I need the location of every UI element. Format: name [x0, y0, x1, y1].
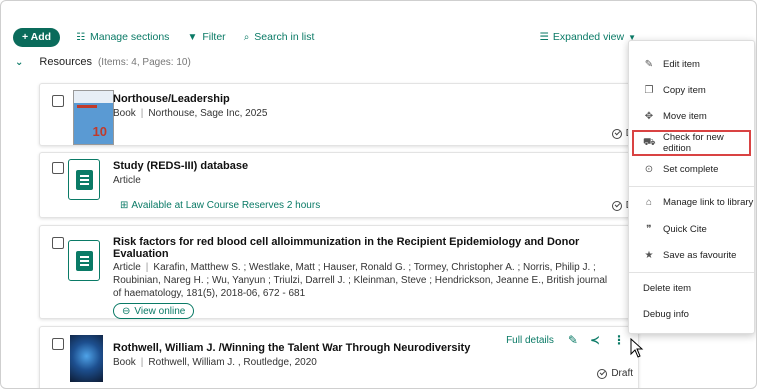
menu-item-delete[interactable]: Delete item	[629, 275, 754, 301]
library-icon: ⊞	[120, 200, 129, 211]
collapse-chevron-icon[interactable]: ⌄	[15, 57, 23, 68]
menu-item-edit[interactable]: ✎ Edit item	[629, 51, 754, 77]
item-title[interactable]: Northouse/Leadership	[113, 93, 230, 105]
menu-item-manage-link[interactable]: ⌂ Manage link to library	[629, 189, 754, 215]
section-title: Resources	[39, 56, 92, 68]
item-title-line2[interactable]: Evaluation	[113, 248, 169, 260]
item-checkbox[interactable]	[52, 338, 64, 350]
item-details: Rothwell, William J. , Routledge, 2020	[148, 357, 317, 368]
item-meta: Book | Rothwell, William J. , Routledge, 2…	[113, 357, 317, 368]
availability-label: Available at Law Course Reserves 2 hours	[131, 200, 321, 211]
menu-divider	[629, 186, 754, 187]
view-online-button[interactable]: ⊖ View online	[113, 303, 195, 319]
menu-divider	[629, 272, 754, 273]
menu-label: Set complete	[663, 163, 719, 175]
book-cover-image	[70, 335, 103, 382]
list-item: 10 Northouse/Leadership Book | Northouse, …	[39, 83, 639, 146]
manage-sections-icon: ☷	[76, 31, 86, 43]
pencil-icon: ✎	[644, 58, 654, 70]
filter-label: Filter	[202, 31, 226, 43]
item-checkbox[interactable]	[52, 237, 64, 249]
status-label: Draft	[611, 368, 633, 379]
cover-edition-number: 10	[92, 124, 107, 139]
full-details-link[interactable]: Full details	[506, 335, 554, 346]
status-badge: Draft	[597, 368, 633, 379]
menu-item-debug[interactable]: Debug info	[629, 301, 754, 327]
item-checkbox[interactable]	[52, 95, 64, 107]
view-online-label: View online	[134, 305, 186, 317]
item-title[interactable]: Rothwell, William J. /Winning the Talent…	[113, 342, 470, 354]
item-details-line2: Roubinian, Nareg H. ; Wu, Yanyun ; Triul…	[113, 275, 608, 286]
menu-label: Copy item	[663, 84, 706, 96]
item-context-menu: ✎ Edit item ❐ Copy item ✥ Move item ⛟ Ch…	[628, 40, 755, 334]
cart-icon: ⛟	[643, 136, 656, 148]
draft-status-icon	[597, 368, 608, 379]
search-icon: ⌕	[243, 31, 250, 43]
search-label: Search in list	[254, 31, 315, 43]
item-checkbox[interactable]	[52, 162, 64, 174]
filter-icon: ▼	[187, 31, 198, 43]
item-type: Article	[113, 262, 141, 273]
item-type: Book	[113, 108, 136, 119]
quote-icon: ❞	[646, 223, 652, 235]
link-icon: ⊖	[122, 305, 131, 317]
menu-label: Manage link to library	[663, 196, 754, 208]
search-in-list-button[interactable]: ⌕ Search in list	[244, 31, 315, 43]
row-actions: Full details ✎ ≺ ⋮	[506, 333, 626, 347]
item-meta: Book | Northouse, Sage Inc, 2025	[113, 108, 268, 119]
menu-label: Quick Cite	[663, 223, 707, 235]
item-type: Article	[113, 175, 141, 186]
list-item: Risk factors for red blood cell alloimmu…	[39, 225, 639, 319]
menu-label: Delete item	[643, 282, 692, 294]
menu-item-save-favourite[interactable]: ★ Save as favourite	[629, 242, 754, 268]
item-details: Northouse, Sage Inc, 2025	[148, 108, 268, 119]
star-icon: ★	[644, 249, 654, 261]
menu-item-set-complete[interactable]: ⊙ Set complete	[629, 156, 754, 182]
list-item: Study (REDS-III) database Article ⊞ Avai…	[39, 152, 639, 218]
article-icon	[68, 240, 100, 281]
copy-icon: ❐	[644, 84, 654, 96]
menu-label: Edit item	[663, 58, 700, 70]
item-details-line1: Karafin, Matthew S. ; Westlake, Matt ; H…	[153, 262, 596, 273]
item-details-line3: of haematology, 181(5), 2018-06, 672 - 6…	[113, 288, 306, 299]
filter-button[interactable]: ▼ Filter	[187, 31, 225, 43]
reading-list-page: + Add ☷ Manage sections ▼ Filter ⌕ Searc…	[0, 0, 757, 389]
menu-label: Save as favourite	[663, 249, 737, 261]
draft-status-icon	[611, 128, 622, 139]
list-item: Rothwell, William J. /Winning the Talent…	[39, 326, 639, 388]
item-meta: Article | Karafin, Matthew S. ; Westlake, …	[113, 262, 596, 273]
list-view-icon: ☰	[539, 31, 549, 43]
menu-label: Debug info	[643, 308, 689, 320]
item-type: Book	[113, 357, 136, 368]
add-button[interactable]: + Add	[13, 27, 61, 47]
draft-status-icon	[611, 200, 622, 211]
edit-icon[interactable]: ✎	[568, 333, 578, 347]
menu-item-check-new-edition[interactable]: ⛟ Check for new edition	[632, 130, 751, 156]
more-options-icon[interactable]: ⋮	[612, 333, 626, 347]
menu-item-move[interactable]: ✥ Move item	[629, 103, 754, 129]
article-icon	[68, 159, 100, 200]
item-title[interactable]: Study (REDS-III) database	[113, 160, 248, 172]
move-icon: ✥	[644, 110, 654, 122]
add-button-label: + Add	[22, 31, 52, 43]
availability-link[interactable]: ⊞ Available at Law Course Reserves 2 hou…	[120, 200, 320, 211]
item-title-line1[interactable]: Risk factors for red blood cell alloimmu…	[113, 236, 579, 248]
library-icon: ⌂	[645, 196, 653, 208]
complete-check-icon: ⊙	[644, 163, 654, 175]
menu-label: Check for new edition	[663, 132, 724, 154]
menu-label: Move item	[663, 110, 707, 122]
section-header: ⌄ Resources (Items: 4, Pages: 10)	[15, 56, 191, 68]
book-cover-image: 10	[73, 90, 114, 145]
expanded-view-dropdown[interactable]: ☰ Expanded view ▼	[539, 27, 636, 47]
share-icon[interactable]: ≺	[590, 333, 600, 347]
section-meta: (Items: 4, Pages: 10)	[97, 56, 191, 68]
menu-item-quick-cite[interactable]: ❞ Quick Cite	[629, 216, 754, 242]
expanded-view-label: Expanded view	[552, 31, 625, 43]
manage-sections-label: Manage sections	[90, 31, 170, 43]
manage-sections-button[interactable]: ☷ Manage sections	[76, 31, 169, 43]
menu-item-copy[interactable]: ❐ Copy item	[629, 77, 754, 103]
